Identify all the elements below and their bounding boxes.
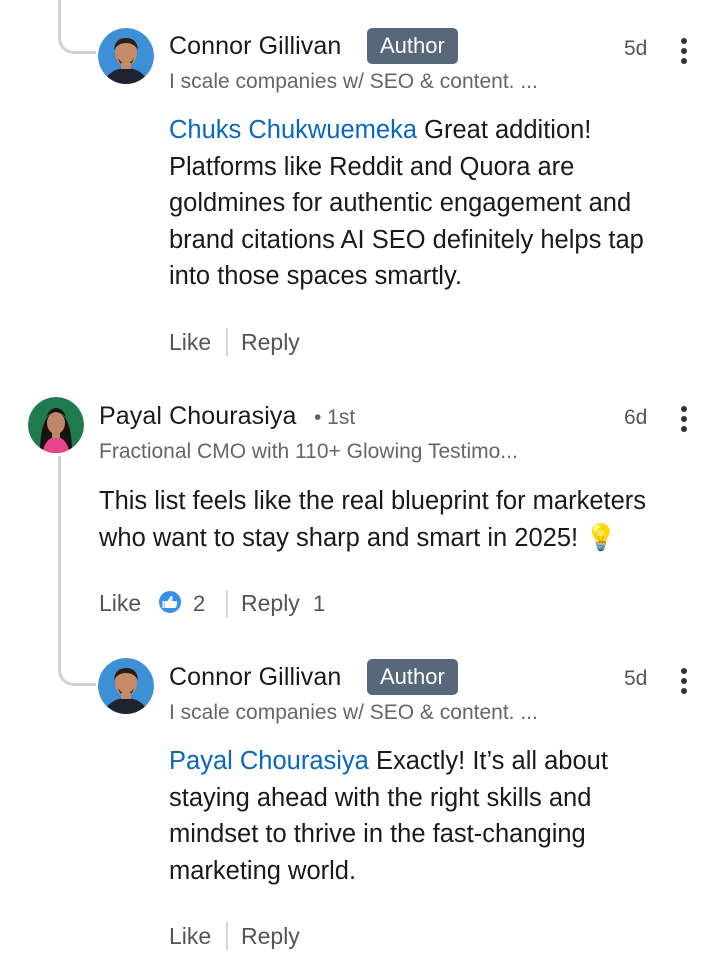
commenter-headline: I scale companies w/ SEO & content. ... [169, 701, 538, 724]
action-divider [226, 590, 228, 618]
commenter-name[interactable]: Connor Gillivan [169, 663, 341, 692]
comment-timestamp: 6d [624, 406, 648, 429]
reply-button[interactable]: Reply [241, 923, 300, 950]
comment-text: Payal Chourasiya Exactly! It’s all about… [169, 747, 608, 885]
commenter-name[interactable]: Connor Gillivan [169, 32, 341, 61]
comment-timestamp: 5d [624, 667, 648, 690]
author-badge: Author [367, 28, 458, 64]
mention-link[interactable]: Payal Chourasiya [169, 747, 369, 775]
reply-button[interactable]: Reply [241, 329, 300, 356]
avatar[interactable] [98, 28, 154, 84]
thread-connector [58, 456, 61, 646]
reply-button[interactable]: Reply [241, 590, 300, 617]
action-divider [226, 328, 228, 356]
comment-timestamp: 5d [624, 37, 648, 60]
reply-count[interactable]: 1 [313, 591, 325, 617]
comments-thread: Connor Gillivan Author I scale companies… [0, 0, 720, 978]
author-badge: Author [367, 659, 458, 695]
commenter-headline: Fractional CMO with 110+ Glowing Testimo… [99, 440, 518, 463]
avatar[interactable] [28, 397, 84, 453]
thumbs-up-reaction-icon[interactable] [157, 589, 183, 615]
more-vertical-icon[interactable] [679, 668, 689, 696]
thread-connector [58, 0, 96, 54]
comment-text: Chuks Chukwuemeka Great addition! Platfo… [169, 116, 644, 290]
avatar[interactable] [98, 658, 154, 714]
more-vertical-icon[interactable] [679, 406, 689, 434]
like-button[interactable]: Like [169, 923, 211, 950]
thread-connector [58, 640, 96, 686]
like-button[interactable]: Like [169, 329, 211, 356]
mention-link[interactable]: Chuks Chukwuemeka [169, 116, 417, 144]
commenter-headline: I scale companies w/ SEO & content. ... [169, 70, 538, 93]
comment-text: This list feels like the real blueprint … [99, 487, 647, 552]
like-button[interactable]: Like [99, 590, 141, 617]
commenter-name[interactable]: Payal Chourasiya [99, 402, 297, 431]
like-count[interactable]: 2 [193, 591, 205, 617]
connection-degree: • 1st [314, 406, 356, 429]
action-divider [226, 922, 228, 950]
more-vertical-icon[interactable] [679, 38, 689, 66]
